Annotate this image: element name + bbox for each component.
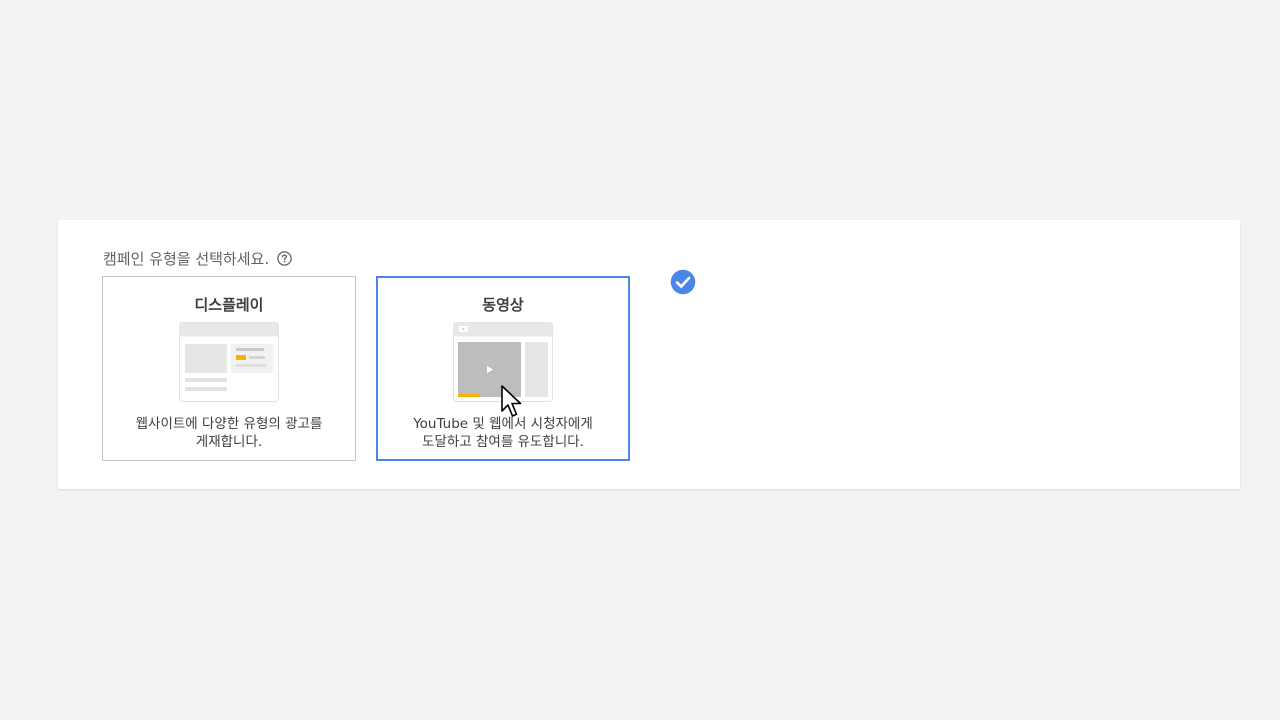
campaign-type-heading-text: 캠페인 유형을 선택하세요. xyxy=(103,250,270,268)
help-icon[interactable] xyxy=(277,251,292,266)
option-description-display: 웹사이트에 다양한 유형의 광고를 게재합니다. xyxy=(113,415,345,451)
option-title-display: 디스플레이 xyxy=(194,296,264,314)
campaign-option-video[interactable]: 동영상 YouTube 및 웹에서 시청자에게 도달하고 참여를 유도합니다. xyxy=(376,276,630,461)
option-description-video-line2: 도달하고 참여를 유도합니다. xyxy=(422,434,584,450)
option-description-display-line2: 게재합니다. xyxy=(195,434,263,450)
campaign-type-panel: 캠페인 유형을 선택하세요. 디스플레이 웹사이트에 다양한 유형의 광고를 게… xyxy=(58,220,1240,489)
campaign-type-heading: 캠페인 유형을 선택하세요. xyxy=(103,248,292,269)
option-description-display-line1: 웹사이트에 다양한 유형의 광고를 xyxy=(135,416,323,432)
check-circle-icon xyxy=(669,268,697,296)
mouse-pointer-icon xyxy=(501,385,522,417)
display-ad-illustration-icon xyxy=(179,322,279,402)
option-description-video: YouTube 및 웹에서 시청자에게 도달하고 참여를 유도합니다. xyxy=(387,415,619,451)
option-title-video: 동영상 xyxy=(482,296,524,314)
campaign-option-display[interactable]: 디스플레이 웹사이트에 다양한 유형의 광고를 게재합니다. xyxy=(102,276,356,461)
